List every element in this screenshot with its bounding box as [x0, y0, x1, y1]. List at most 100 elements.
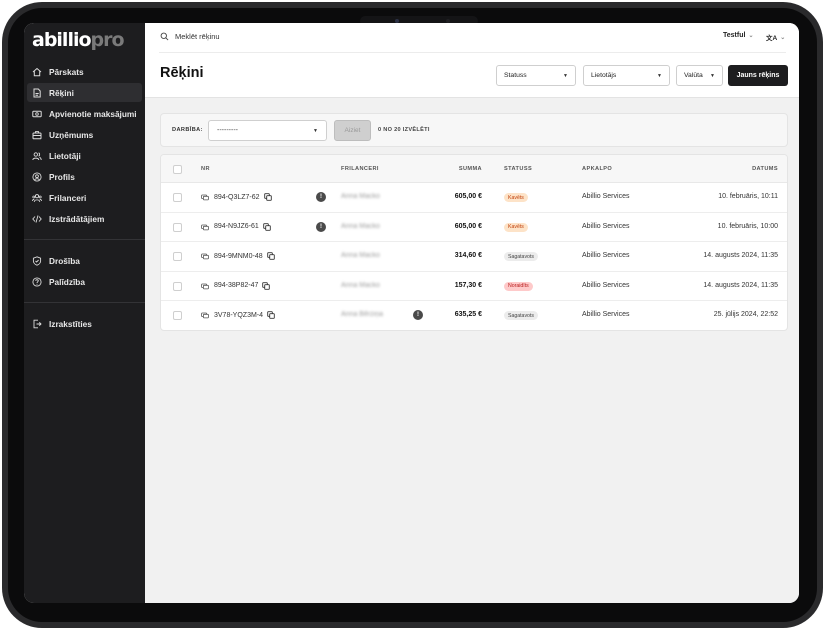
- new-invoice-button[interactable]: Jauns rēķins: [728, 65, 788, 86]
- sidebar-item-company[interactable]: Uzņēmums: [27, 125, 142, 144]
- currency-filter-label: Valūta: [684, 72, 703, 79]
- invoice-date: 14. augusts 2024, 11:35: [703, 281, 778, 289]
- status-filter-label: Statuss: [504, 72, 527, 79]
- invoice-link-icon: [201, 311, 209, 319]
- sidebar-item-label: Frilanceri: [49, 192, 87, 203]
- app-screen: abilliopro Pārskats Rēķini Apvienotie ma…: [24, 23, 799, 603]
- status-filter[interactable]: Statuss ▼: [496, 65, 576, 86]
- invoice-amount: 605,00 €: [454, 193, 482, 200]
- freelancer-name[interactable]: Anna Macko: [341, 223, 380, 230]
- column-freelancers[interactable]: FRILANCERI: [341, 166, 379, 172]
- freelancer-name[interactable]: Anna Bērziņa: [341, 311, 383, 318]
- sidebar-item-freelancers[interactable]: Frilanceri: [27, 188, 142, 207]
- invoice-number[interactable]: 894-38P82-47: [201, 281, 271, 290]
- table-row[interactable]: 894-38P82-47 Anna Macko 157,30 € Noraidī…: [161, 272, 787, 301]
- sidebar-item-security[interactable]: Drošība: [27, 251, 142, 270]
- status-badge: Sagatavots: [504, 252, 538, 261]
- table-row[interactable]: 3V78-YQZ3M-4 Anna Bērziņa ! 635,25 € Sag…: [161, 301, 787, 330]
- column-amount[interactable]: SUMMA: [459, 166, 482, 172]
- header: Meklēt rēķinu Testful ⌄ 文A ⌄ Rēķini Status…: [145, 23, 799, 98]
- invoice-amount: 605,00 €: [454, 222, 482, 230]
- shield-icon: [32, 255, 42, 266]
- logo-main: abillio: [32, 29, 92, 51]
- sidebar-item-overview[interactable]: Pārskats: [27, 62, 142, 81]
- logo[interactable]: abilliopro: [32, 29, 125, 51]
- help-icon: [32, 276, 42, 287]
- invoice-link-icon: [201, 223, 209, 231]
- row-checkbox[interactable]: [173, 193, 182, 202]
- table-row[interactable]: 894-N9JZ6-61 Anna Macko ! 605,00 € Kavēt…: [161, 213, 787, 242]
- invoice-amount: 314,60 €: [454, 252, 482, 259]
- bulk-action-value: ---------: [217, 127, 238, 134]
- freelancer-name[interactable]: Anna Macko: [341, 252, 380, 259]
- search-bar[interactable]: Meklēt rēķinu: [160, 32, 220, 41]
- logo-suffix: pro: [90, 29, 125, 51]
- apply-button[interactable]: Aiziet: [334, 120, 371, 141]
- copy-icon[interactable]: [262, 281, 271, 290]
- warning-icon: !: [316, 192, 326, 202]
- sidebar-item-logout[interactable]: Izrakstīties: [27, 314, 142, 333]
- freelancer-name[interactable]: Anna Macko: [341, 193, 380, 200]
- row-checkbox[interactable]: [173, 281, 182, 291]
- chevron-down-icon: ⌄: [748, 33, 754, 39]
- document-icon: [32, 88, 42, 98]
- invoice-link-icon: [201, 282, 209, 290]
- sidebar-item-label: Palīdzība: [49, 276, 85, 287]
- sidebar-item-label: Apvienotie maksājumi: [49, 108, 137, 119]
- invoice-number[interactable]: 3V78-YQZ3M-4: [201, 311, 275, 319]
- invoice-id: 894-Q3LZ7-62: [214, 193, 260, 201]
- column-date[interactable]: DATUMS: [752, 166, 778, 172]
- invoice-link-icon: [201, 252, 209, 260]
- table-row[interactable]: 894-9MNM0-48 Anna Macko 314,60 € Sagatav…: [161, 242, 787, 272]
- bulk-action-select[interactable]: --------- ▼: [208, 120, 327, 141]
- invoice-id: 894-38P82-47: [214, 282, 259, 289]
- row-checkbox[interactable]: [173, 252, 182, 261]
- column-service[interactable]: APKALPO: [582, 166, 612, 172]
- invoice-date: 10. februāris, 10:00: [717, 222, 778, 230]
- copy-icon[interactable]: [267, 311, 275, 319]
- select-all-checkbox[interactable]: [173, 165, 182, 174]
- sidebar-item-help[interactable]: Palīdzība: [27, 272, 142, 291]
- language-switcher[interactable]: 文A ⌄: [766, 32, 785, 43]
- row-checkbox[interactable]: [173, 222, 182, 232]
- sidebar-item-label: Rēķini: [49, 87, 74, 98]
- invoice-date: 10. februāris, 10:11: [718, 193, 778, 200]
- invoice-number[interactable]: 894-9MNM0-48: [201, 252, 275, 260]
- warning-icon: !: [413, 310, 423, 320]
- table-header: NR FRILANCERI SUMMA STATUSS APKALPO DATU…: [161, 155, 787, 183]
- bulk-action-label: DARBĪBA:: [172, 127, 203, 133]
- status-badge: Kavēts: [504, 193, 528, 202]
- column-status[interactable]: STATUSS: [504, 166, 532, 172]
- sidebar-item-users[interactable]: Lietotāji: [27, 146, 142, 165]
- sidebar-item-label: Izrakstīties: [49, 318, 92, 329]
- sidebar-item-developers[interactable]: Izstrādātājiem: [27, 209, 142, 228]
- invoices-table: NR FRILANCERI SUMMA STATUSS APKALPO DATU…: [160, 154, 788, 331]
- row-checkbox[interactable]: [173, 311, 182, 320]
- sidebar-item-invoices[interactable]: Rēķini: [27, 83, 142, 102]
- people-icon: [32, 193, 42, 203]
- invoice-number[interactable]: 894-Q3LZ7-62: [201, 193, 272, 201]
- caret-down-icon: ▼: [657, 72, 662, 79]
- column-nr[interactable]: NR: [201, 166, 210, 172]
- invoice-date: 25. jūlijs 2024, 22:52: [713, 311, 778, 318]
- copy-icon[interactable]: [266, 252, 275, 260]
- sidebar-item-combined-payments[interactable]: Apvienotie maksājumi: [27, 104, 142, 123]
- user-filter[interactable]: Lietotājs ▼: [583, 65, 670, 86]
- user-circle-icon: [32, 171, 42, 182]
- tenant-switcher[interactable]: Testful ⌄: [723, 32, 753, 39]
- search-input[interactable]: Meklēt rēķinu: [175, 32, 220, 41]
- invoice-number[interactable]: 894-N9JZ6-61: [201, 222, 271, 231]
- invoice-id: 894-N9JZ6-61: [214, 223, 259, 230]
- sidebar-item-profile[interactable]: Profils: [27, 167, 142, 186]
- copy-icon[interactable]: [262, 222, 271, 231]
- selected-count: 0 no 20 izvēlēti: [378, 127, 430, 133]
- header-divider: [159, 52, 786, 53]
- copy-icon[interactable]: [263, 193, 272, 201]
- currency-filter[interactable]: Valūta ▼: [676, 65, 723, 86]
- tenant-name: Testful: [723, 32, 746, 39]
- freelancer-name[interactable]: Anna Macko: [341, 282, 380, 289]
- invoice-link-icon: [201, 193, 209, 201]
- briefcase-icon: [32, 130, 42, 140]
- table-row[interactable]: 894-Q3LZ7-62 Anna Macko ! 605,00 € Kavēt…: [161, 183, 787, 213]
- bulk-action-bar: DARBĪBA: --------- ▼ Aiziet 0 no 20 izvēl…: [160, 113, 788, 147]
